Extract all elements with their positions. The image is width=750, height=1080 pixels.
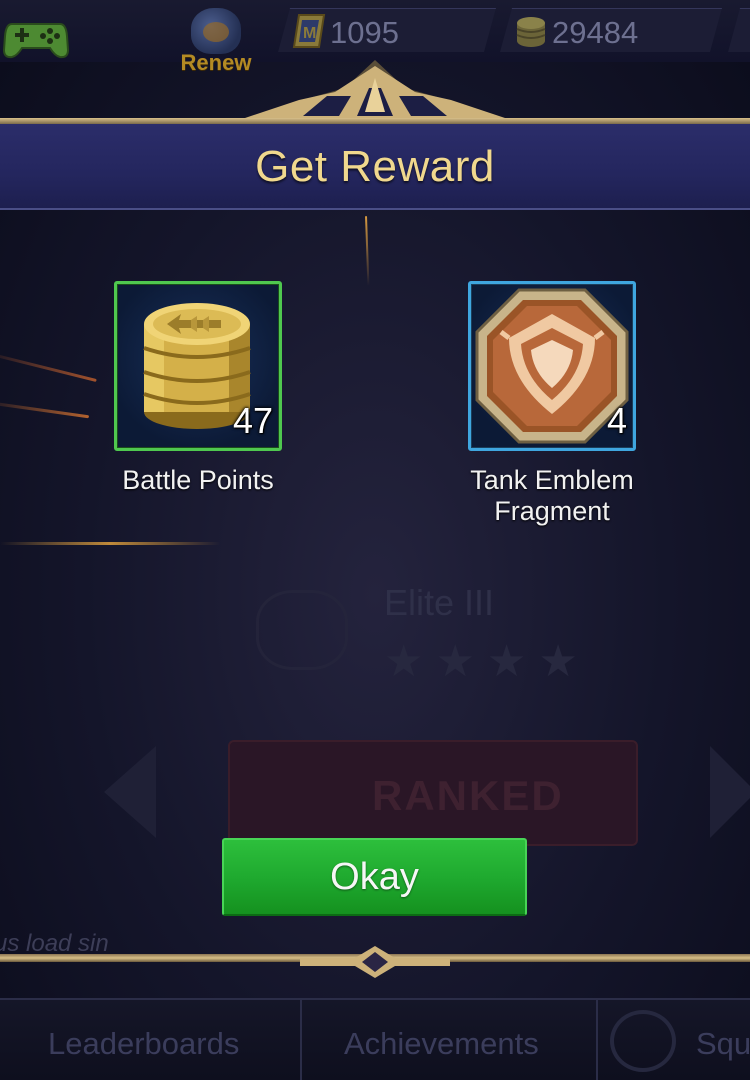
bottom-ornament-icon: [300, 946, 450, 978]
battle-points-count: 29484: [552, 15, 639, 50]
diamond-card-icon: M: [292, 13, 326, 49]
reward-item[interactable]: 47 Battle Points: [78, 281, 318, 496]
battle-points-balance[interactable]: 29484: [500, 8, 722, 52]
reward-name-line: Tank Emblem: [470, 465, 634, 495]
nav-leaderboards[interactable]: Leaderboards: [0, 1000, 302, 1080]
nav-label: Achievements: [344, 1026, 539, 1061]
reward-name: Battle Points: [78, 465, 318, 496]
diamond-count: 1095: [330, 15, 399, 50]
coin-stack-icon: [514, 13, 548, 49]
reward-name: Tank Emblem Fragment: [432, 465, 672, 527]
dialog-title: Get Reward: [255, 142, 495, 191]
diamond-balance[interactable]: M 1095: [278, 8, 496, 52]
reward-slot[interactable]: 4: [468, 281, 636, 451]
reward-item[interactable]: 4 Tank Emblem Fragment: [432, 281, 672, 527]
squad-emblem-icon: [610, 1010, 676, 1072]
reward-name-line: Fragment: [494, 496, 610, 526]
renew-bag-icon: [191, 8, 241, 54]
svg-text:M: M: [303, 25, 316, 42]
nav-achievements[interactable]: Achievements: [302, 1000, 598, 1080]
bottom-nav: Leaderboards Achievements Squ: [0, 998, 750, 1080]
nav-label: Leaderboards: [48, 1026, 240, 1061]
crown-ornament-icon: [215, 60, 535, 124]
reward-quantity: 47: [232, 400, 273, 441]
okay-button[interactable]: Okay: [222, 838, 527, 916]
reward-name-text: Battle Points: [122, 465, 274, 495]
nav-squad[interactable]: Squ: [598, 1000, 750, 1080]
reward-quantity: 4: [606, 400, 627, 441]
nav-label: Squ: [696, 1026, 750, 1061]
reward-slot[interactable]: 47: [114, 281, 282, 451]
gamepad-icon[interactable]: [2, 14, 70, 62]
